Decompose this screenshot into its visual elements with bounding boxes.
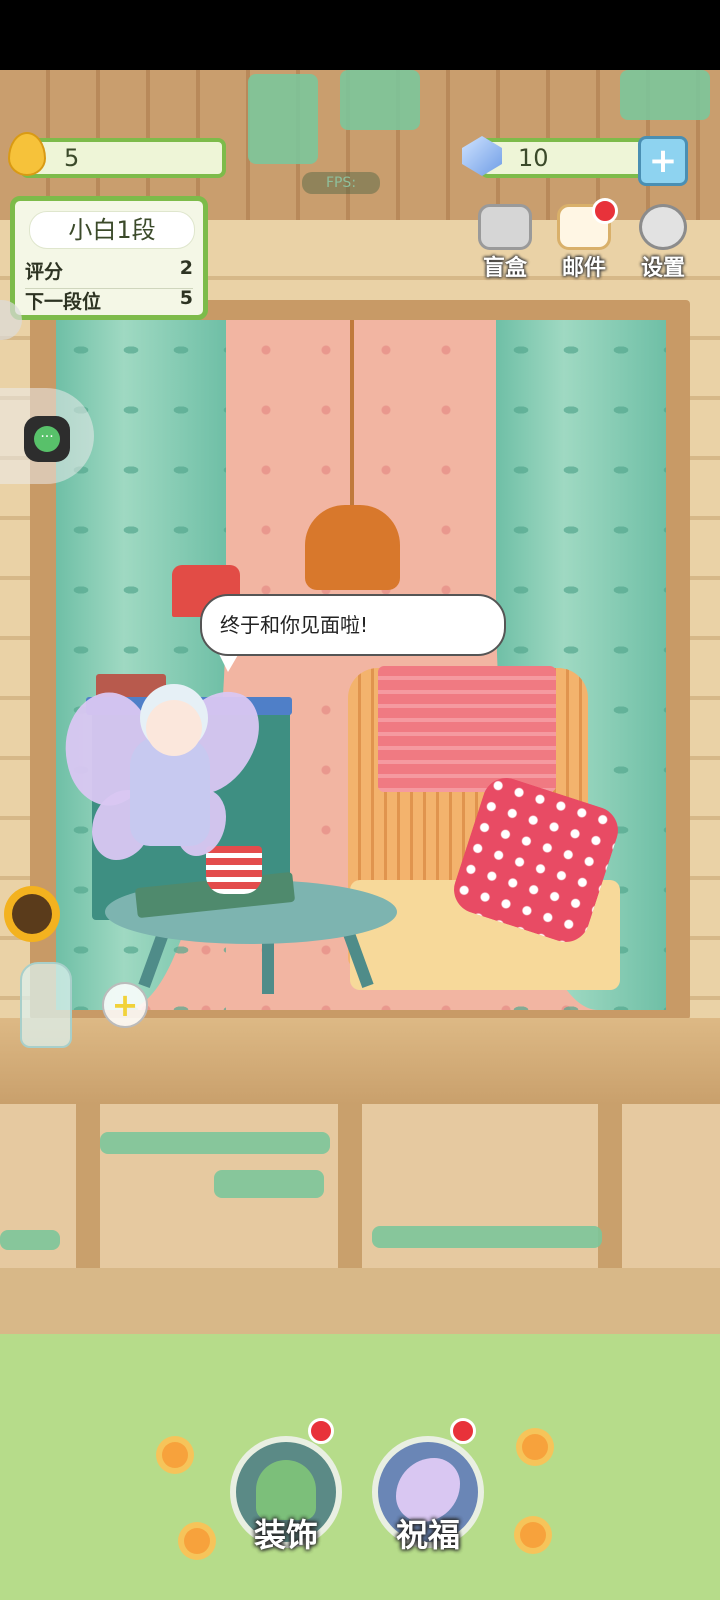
blind-box-button[interactable]: 盲盒 <box>474 204 536 282</box>
score-row: 评分 2 <box>25 257 193 289</box>
settings-button[interactable]: 设置 <box>632 204 694 282</box>
flower <box>184 1528 210 1554</box>
speech-bubble: 终于和你见面啦! <box>200 594 506 656</box>
window-sill <box>0 1018 720 1104</box>
fence-rail <box>0 1268 720 1334</box>
next-rank-row: 下一段位 5 <box>25 287 193 314</box>
add-gems-button[interactable]: + <box>638 136 688 186</box>
moss-patch <box>0 1230 60 1250</box>
striped-cup <box>206 846 262 894</box>
score-label: 评分 <box>25 261 64 283</box>
moss-patch <box>620 70 710 120</box>
blessing-badge <box>450 1418 476 1444</box>
settings-label: 设置 <box>640 256 685 281</box>
grass-lawn <box>0 1334 720 1600</box>
sunflower <box>12 894 52 934</box>
decorate-label: 装饰 <box>253 1516 318 1554</box>
water-drop-icon <box>8 132 46 176</box>
moss-patch <box>100 1132 330 1154</box>
chair-cover <box>378 666 556 792</box>
blessing-label: 祝福 <box>395 1516 460 1554</box>
blind-box-label: 盲盒 <box>482 256 527 281</box>
plus-icon: + <box>111 986 139 1024</box>
glass-vase <box>20 962 72 1048</box>
decorate-badge <box>308 1418 334 1444</box>
next-rank-value: 5 <box>179 287 193 309</box>
water-value: 5 <box>64 144 80 172</box>
rank-title: 小白1段 <box>29 211 195 249</box>
add-decoration-button[interactable]: + <box>102 982 148 1028</box>
floating-assistant-button[interactable]: ··· <box>24 416 70 462</box>
rank-card[interactable]: 小白1段 评分 2 下一段位 5 <box>10 196 208 320</box>
flower <box>522 1434 548 1460</box>
fps-indicator: FPS: <box>302 172 380 194</box>
mail-badge <box>592 198 618 224</box>
more-icon: ··· <box>34 426 60 452</box>
gem-value: 10 <box>518 144 549 172</box>
moss-patch <box>372 1226 602 1248</box>
gift-box-icon <box>478 204 532 250</box>
water-counter: 5 <box>20 138 226 178</box>
gear-icon <box>639 204 687 250</box>
next-rank-label: 下一段位 <box>25 291 102 313</box>
plus-icon: + <box>648 141 678 181</box>
moss-patch <box>248 74 318 164</box>
score-value: 2 <box>179 257 193 279</box>
fairy-character[interactable] <box>146 700 202 756</box>
moss-patch <box>214 1170 324 1198</box>
mail-label: 邮件 <box>561 256 606 281</box>
moss-patch <box>340 70 420 130</box>
lamp-cord <box>350 320 354 510</box>
pendant-lamp <box>305 505 400 590</box>
flower <box>162 1442 188 1468</box>
flower <box>520 1522 546 1548</box>
